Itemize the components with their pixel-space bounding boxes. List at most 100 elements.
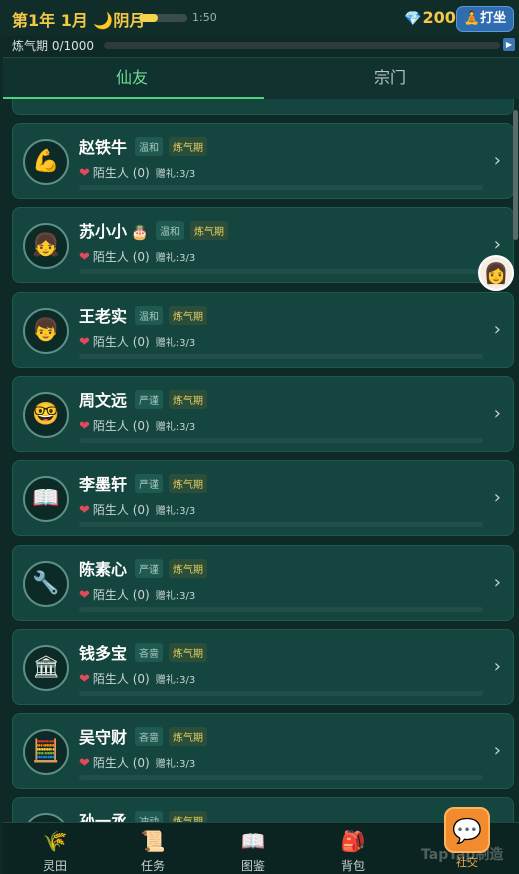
friend-tags: 温和 炼气期 bbox=[135, 137, 207, 156]
friend-name: 王老实 bbox=[79, 303, 127, 327]
friend-tags: 吝啬 炼气期 bbox=[135, 727, 207, 747]
heart-icon: ❤ bbox=[79, 418, 90, 434]
scrollbar[interactable] bbox=[513, 110, 518, 240]
nav-item-bag[interactable]: 🎒 背包 bbox=[313, 823, 393, 874]
friend-card[interactable]: 🧮 吴守财 吝啬 炼气期 ❤ 陌生人 (0) 赠礼:3/3 › bbox=[12, 713, 514, 790]
friend-avatar: 👧 bbox=[23, 223, 69, 270]
friend-name: 孙一丞 bbox=[79, 808, 127, 822]
friend-avatar: 📖 bbox=[23, 476, 69, 523]
realm-tag: 炼气期 bbox=[169, 727, 207, 747]
cultivation-progress-track bbox=[104, 42, 500, 49]
relationship-status: 陌生人 (0) bbox=[92, 671, 150, 686]
tab-friends[interactable]: 仙友 bbox=[3, 58, 261, 100]
meditate-icon: 🧘 bbox=[463, 11, 481, 26]
rice-icon: 🌾 bbox=[42, 829, 68, 853]
play-icon[interactable]: ▶ bbox=[503, 38, 515, 51]
game-date: 第1年 1月 🌙阴月 bbox=[12, 7, 145, 31]
friend-tags: 冲动炼气期 bbox=[135, 811, 207, 822]
temperament-tag: 吝啬 bbox=[135, 727, 163, 747]
nav-label: 任务 bbox=[140, 859, 165, 873]
friend-name: 李墨轩 bbox=[79, 471, 127, 495]
relationship-status: 陌生人 (0) bbox=[92, 334, 150, 349]
friend-name-text: 苏小小 bbox=[79, 222, 128, 242]
relationship-status: 陌生人 (0) bbox=[92, 756, 150, 771]
realm-tag: 炼气期 bbox=[169, 811, 207, 822]
friend-card[interactable]: 📖 李墨轩 严谨 炼气期 ❤ 陌生人 (0) 赠礼:3/3 › bbox=[12, 460, 514, 537]
realm-tag: 炼气期 bbox=[169, 305, 207, 325]
friend-list[interactable]: 💪 赵铁牛 温和 炼气期 ❤ 陌生人 (0) 赠礼:3/3 › 👧 苏小小 🎂 温和 炼气期 ❤ 陌生人 (… bbox=[0, 99, 519, 822]
temperament-tag: 严谨 bbox=[135, 558, 163, 578]
relationship-row: ❤ 陌生人 (0) 赠礼:3/3 bbox=[79, 333, 195, 350]
affinity-progress-bar bbox=[79, 606, 483, 612]
friend-avatar: 👦 bbox=[23, 307, 69, 354]
temperament-tag: 温和 bbox=[135, 305, 163, 325]
tab-sect[interactable]: 宗门 bbox=[261, 58, 519, 100]
relationship-status: 陌生人 (0) bbox=[92, 166, 150, 180]
chevron-right-icon[interactable]: › bbox=[494, 572, 501, 593]
relationship-row: ❤ 陌生人 (0) 赠礼:3/3 bbox=[79, 670, 195, 687]
gift-count: 赠礼:3/3 bbox=[155, 253, 196, 265]
friend-name: 周文远 bbox=[79, 387, 127, 411]
friend-card[interactable]: 💪 赵铁牛 温和 炼气期 ❤ 陌生人 (0) 赠礼:3/3 › bbox=[12, 123, 514, 199]
chevron-right-icon[interactable]: › bbox=[494, 150, 501, 171]
heart-icon: ❤ bbox=[79, 587, 90, 603]
friend-card[interactable]: 🤓 周文远 严谨 炼气期 ❤ 陌生人 (0) 赠礼:3/3 › bbox=[12, 375, 514, 452]
chevron-right-icon[interactable]: › bbox=[494, 319, 501, 340]
nav-label: 灵田 bbox=[42, 859, 67, 873]
friend-avatar: 💪 bbox=[23, 139, 69, 185]
tab-bar: 仙友 宗门 bbox=[3, 57, 519, 99]
heart-icon: ❤ bbox=[79, 250, 90, 266]
friend-card-partial[interactable] bbox=[12, 99, 514, 115]
chevron-right-icon[interactable]: › bbox=[494, 234, 501, 255]
affinity-progress-bar bbox=[79, 775, 483, 781]
time-progress-bar bbox=[139, 14, 187, 22]
friend-name: 苏小小 🎂 bbox=[79, 218, 148, 242]
friend-card[interactable]: 🔧 陈素心 严谨 炼气期 ❤ 陌生人 (0) 赠礼:3/3 › bbox=[12, 544, 514, 621]
chat-bubble-icon: 💬 bbox=[452, 817, 482, 845]
friend-tags: 温和 炼气期 bbox=[135, 305, 207, 325]
friend-card[interactable]: 🙂 孙一丞冲动炼气期 bbox=[12, 797, 514, 822]
friend-card[interactable]: 👧 苏小小 🎂 温和 炼气期 ❤ 陌生人 (0) 赠礼:3/3 › bbox=[12, 207, 514, 284]
relationship-status: 陌生人 (0) bbox=[92, 503, 150, 518]
relationship-row: ❤ 陌生人 (0) 赠礼:3/3 bbox=[79, 501, 195, 518]
realm-tag: 炼气期 bbox=[169, 642, 207, 662]
relationship-row: ❤ 陌生人 (0) 赠礼:3/3 bbox=[79, 754, 195, 771]
relationship-status: 陌生人 (0) bbox=[92, 418, 150, 433]
affinity-progress-bar bbox=[79, 522, 483, 528]
nav-item-field[interactable]: 🌾 灵田 bbox=[15, 823, 95, 874]
friend-avatar: 🏛 bbox=[23, 644, 69, 691]
social-button[interactable]: 💬 bbox=[444, 807, 490, 853]
friend-tags: 严谨 炼气期 bbox=[135, 389, 207, 409]
nav-item-tasks[interactable]: 📜 任务 bbox=[113, 823, 193, 874]
heart-icon: ❤ bbox=[79, 166, 90, 181]
relationship-row: ❤ 陌生人 (0) 赠礼:3/3 bbox=[79, 164, 195, 181]
chevron-right-icon[interactable]: › bbox=[494, 740, 501, 761]
friend-tags: 吝啬 炼气期 bbox=[135, 642, 207, 662]
gem-count: 200 bbox=[422, 8, 456, 27]
chevron-right-icon[interactable]: › bbox=[494, 656, 501, 677]
meditate-button[interactable]: 🧘打坐 bbox=[456, 6, 514, 32]
time-progress-fill bbox=[139, 14, 159, 22]
temperament-tag: 严谨 bbox=[135, 389, 163, 409]
friend-name-text: 陈素心 bbox=[79, 559, 128, 579]
nav-item-codex[interactable]: 📖 图鉴 bbox=[213, 823, 293, 874]
moon-icon: 🌙 bbox=[93, 11, 114, 30]
affinity-progress-bar bbox=[79, 690, 483, 696]
realm-tag: 炼气期 bbox=[169, 474, 207, 494]
relationship-row: ❤ 陌生人 (0) 赠礼:3/3 bbox=[79, 248, 195, 265]
gift-count: 赠礼:3/3 bbox=[155, 759, 196, 771]
chevron-right-icon[interactable]: › bbox=[494, 403, 501, 424]
relationship-status: 陌生人 (0) bbox=[92, 250, 150, 265]
gift-count: 赠礼:3/3 bbox=[155, 674, 196, 686]
temperament-tag: 吝啬 bbox=[135, 642, 163, 662]
bottom-nav: 🌾 灵田 📜 任务 📖 图鉴 🎒 背包 TapTap制造 💬 社交 bbox=[3, 807, 519, 874]
realm-tag: 炼气期 bbox=[169, 558, 207, 578]
friend-card[interactable]: 🏛 钱多宝 吝啬 炼气期 ❤ 陌生人 (0) 赠礼:3/3 › bbox=[12, 628, 514, 705]
assistant-avatar-button[interactable]: 👩 bbox=[478, 255, 514, 291]
chevron-right-icon[interactable]: › bbox=[494, 487, 501, 508]
friend-card[interactable]: 👦 王老实 温和 炼气期 ❤ 陌生人 (0) 赠礼:3/3 › bbox=[12, 291, 514, 368]
friend-name: 钱多宝 bbox=[79, 640, 127, 664]
gift-count: 赠礼:3/3 bbox=[155, 337, 196, 349]
scroll-icon: 📜 bbox=[140, 829, 166, 853]
affinity-progress-bar bbox=[79, 269, 483, 275]
